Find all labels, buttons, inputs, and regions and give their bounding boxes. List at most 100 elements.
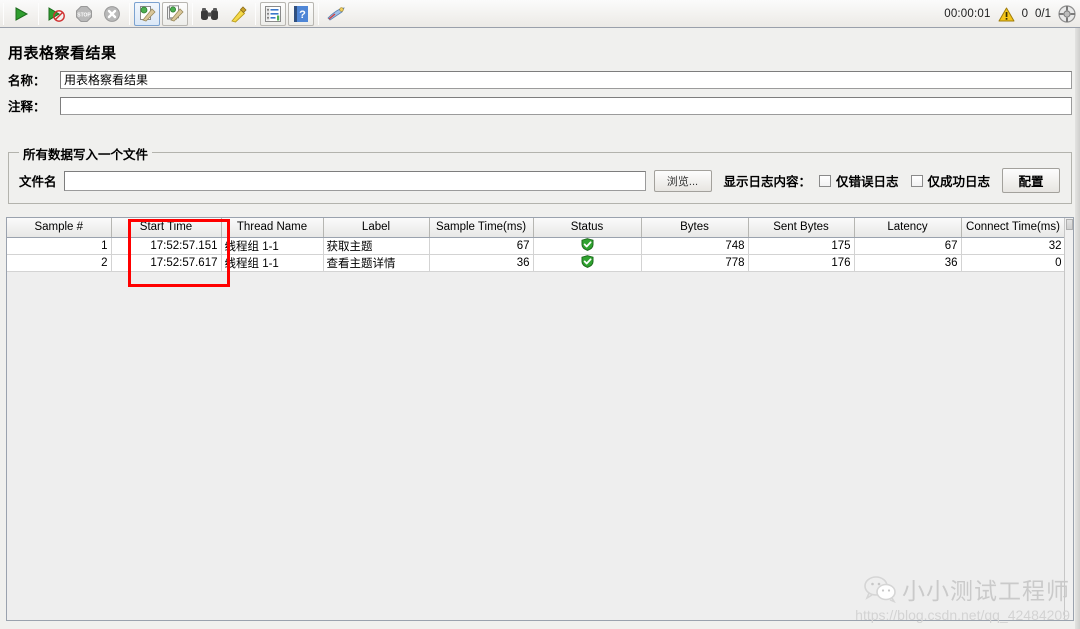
comment-field-row: 注释：	[8, 96, 1072, 115]
configure-button[interactable]: 配置	[1002, 168, 1061, 193]
errors-only-checkbox[interactable]	[819, 174, 832, 187]
column-header-label[interactable]: Label	[323, 218, 430, 238]
name-input[interactable]	[60, 70, 1072, 89]
toolbar-separator	[255, 2, 256, 25]
cell-bytes: 748	[641, 237, 749, 255]
window-right-edge	[1075, 28, 1080, 629]
errors-only-checkbox-wrap[interactable]: 仅错误日志	[819, 171, 899, 190]
cell-connect-time: 0	[961, 254, 1066, 272]
green-play-icon	[15, 6, 29, 21]
binoculars-icon	[201, 7, 218, 20]
toolbar-separator	[38, 2, 39, 25]
shutdown-x-icon	[104, 5, 120, 22]
jmeter-window: STOP ? 00:00:01 0 0/1 用表格察看结果 名称： 用表格察看结…	[0, 0, 1080, 629]
stop-button[interactable]: STOP	[71, 2, 97, 26]
cell-start-time: 17:52:57.617	[111, 254, 222, 272]
help-button[interactable]: ?	[288, 1, 314, 26]
toolbar-separator	[192, 2, 193, 25]
watermark-name: 小小测试工程师	[902, 579, 1070, 605]
errors-only-label: 仅错误日志	[836, 175, 899, 189]
shutdown-button[interactable]	[99, 2, 125, 26]
cell-thread-name: 线程组 1-1	[221, 254, 324, 272]
toolbar-separator	[3, 2, 4, 25]
table-vertical-scrollbar[interactable]	[1064, 218, 1073, 620]
cell-sample-time: 67	[429, 237, 534, 255]
broom-page-icon	[139, 5, 156, 21]
toolbar-separator	[129, 2, 130, 25]
success-shield-icon	[581, 237, 593, 251]
elapsed-time: 00:00:01	[944, 8, 991, 20]
success-only-checkbox-wrap[interactable]: 仅成功日志	[910, 171, 991, 190]
thread-gauge-icon[interactable]	[1058, 5, 1076, 23]
cell-bytes: 778	[641, 254, 749, 272]
column-header-latency[interactable]: Latency	[854, 218, 962, 238]
log-display-label: 显示日志内容：	[723, 175, 812, 189]
filename-row: 文件名 浏览... 显示日志内容： 仅错误日志 仅成功日志 配置	[9, 168, 1071, 193]
cell-sample-number: 2	[7, 254, 112, 272]
reset-search-button[interactable]	[225, 2, 251, 26]
function-helper-button[interactable]	[260, 1, 286, 26]
column-header-sent-bytes[interactable]: Sent Bytes	[748, 218, 855, 238]
watermark-row: 小小测试工程师	[864, 572, 1070, 606]
column-header-bytes[interactable]: Bytes	[641, 218, 749, 238]
results-table-container[interactable]: Sample # Start Time Thread Name Label Sa…	[6, 217, 1074, 621]
watermark-url: https://blog.csdn.net/qq_42484209	[855, 607, 1070, 623]
help-book-icon: ?	[294, 5, 308, 22]
column-header-sample-number[interactable]: Sample #	[7, 218, 112, 238]
column-header-thread-name[interactable]: Thread Name	[221, 218, 324, 238]
stop-icon: STOP	[76, 5, 92, 22]
scrollbar-thumb[interactable]	[1066, 219, 1073, 230]
cell-sample-number: 1	[7, 237, 112, 255]
table-row[interactable]: 1 17:52:57.151 线程组 1-1 获取主题 67 748 175 6…	[7, 237, 1066, 255]
cell-status	[533, 254, 642, 272]
broom-icon	[230, 5, 247, 23]
browse-button[interactable]: 浏览...	[653, 169, 712, 192]
svg-text:STOP: STOP	[77, 12, 91, 18]
templates-button[interactable]	[323, 2, 349, 26]
comment-label: 注释：	[8, 100, 46, 114]
svg-text:?: ?	[299, 9, 306, 21]
search-button[interactable]	[197, 2, 223, 26]
start-no-timers-button[interactable]	[43, 2, 69, 26]
warning-triangle-icon[interactable]	[998, 7, 1015, 22]
toolbar-separator	[318, 2, 319, 25]
table-row[interactable]: 2 17:52:57.617 线程组 1-1 查看主题详情 36 778 176…	[7, 254, 1066, 272]
column-header-status[interactable]: Status	[533, 218, 642, 238]
templates-icon	[327, 6, 345, 21]
column-header-start-time[interactable]: Start Time	[111, 218, 222, 238]
cell-sent-bytes: 175	[748, 237, 855, 255]
broom-pages-icon	[166, 4, 184, 21]
cell-latency: 36	[854, 254, 962, 272]
clear-button[interactable]	[134, 1, 160, 26]
cell-label: 查看主题详情	[323, 254, 430, 272]
success-only-label: 仅成功日志	[927, 175, 991, 189]
cell-sample-time: 36	[429, 254, 534, 272]
cell-label: 获取主题	[323, 237, 430, 255]
cell-start-time: 17:52:57.151	[111, 237, 222, 255]
page-title: 用表格察看结果	[8, 45, 117, 62]
list-icon	[265, 5, 281, 22]
toolbar-status-cluster: 00:00:01 0 0/1	[944, 0, 1076, 28]
success-only-checkbox[interactable]	[910, 174, 923, 187]
play-no-timers-icon	[48, 6, 65, 22]
watermark: 小小测试工程师 https://blog.csdn.net/qq_4248420…	[855, 572, 1070, 623]
clear-all-button[interactable]	[162, 1, 188, 26]
table-header-row: Sample # Start Time Thread Name Label Sa…	[7, 218, 1066, 238]
name-field-row: 名称：	[8, 70, 1072, 89]
filename-input[interactable]	[63, 170, 646, 191]
thread-count: 0/1	[1035, 8, 1051, 20]
column-header-connect-time[interactable]: Connect Time(ms)	[961, 218, 1066, 238]
cell-connect-time: 32	[961, 237, 1066, 255]
filename-label: 文件名	[19, 175, 57, 189]
name-label: 名称：	[8, 74, 46, 88]
cell-sent-bytes: 176	[748, 254, 855, 272]
toolbar: STOP ? 00:00:01 0 0/1	[0, 0, 1080, 28]
start-button[interactable]	[8, 2, 34, 26]
groupbox-legend: 所有数据写入一个文件	[19, 144, 153, 163]
cell-latency: 67	[854, 237, 962, 255]
wechat-icon	[864, 576, 896, 603]
column-header-sample-time[interactable]: Sample Time(ms)	[429, 218, 534, 238]
error-count: 0	[1021, 8, 1028, 20]
comment-input[interactable]	[60, 96, 1072, 115]
cell-status	[533, 237, 642, 255]
